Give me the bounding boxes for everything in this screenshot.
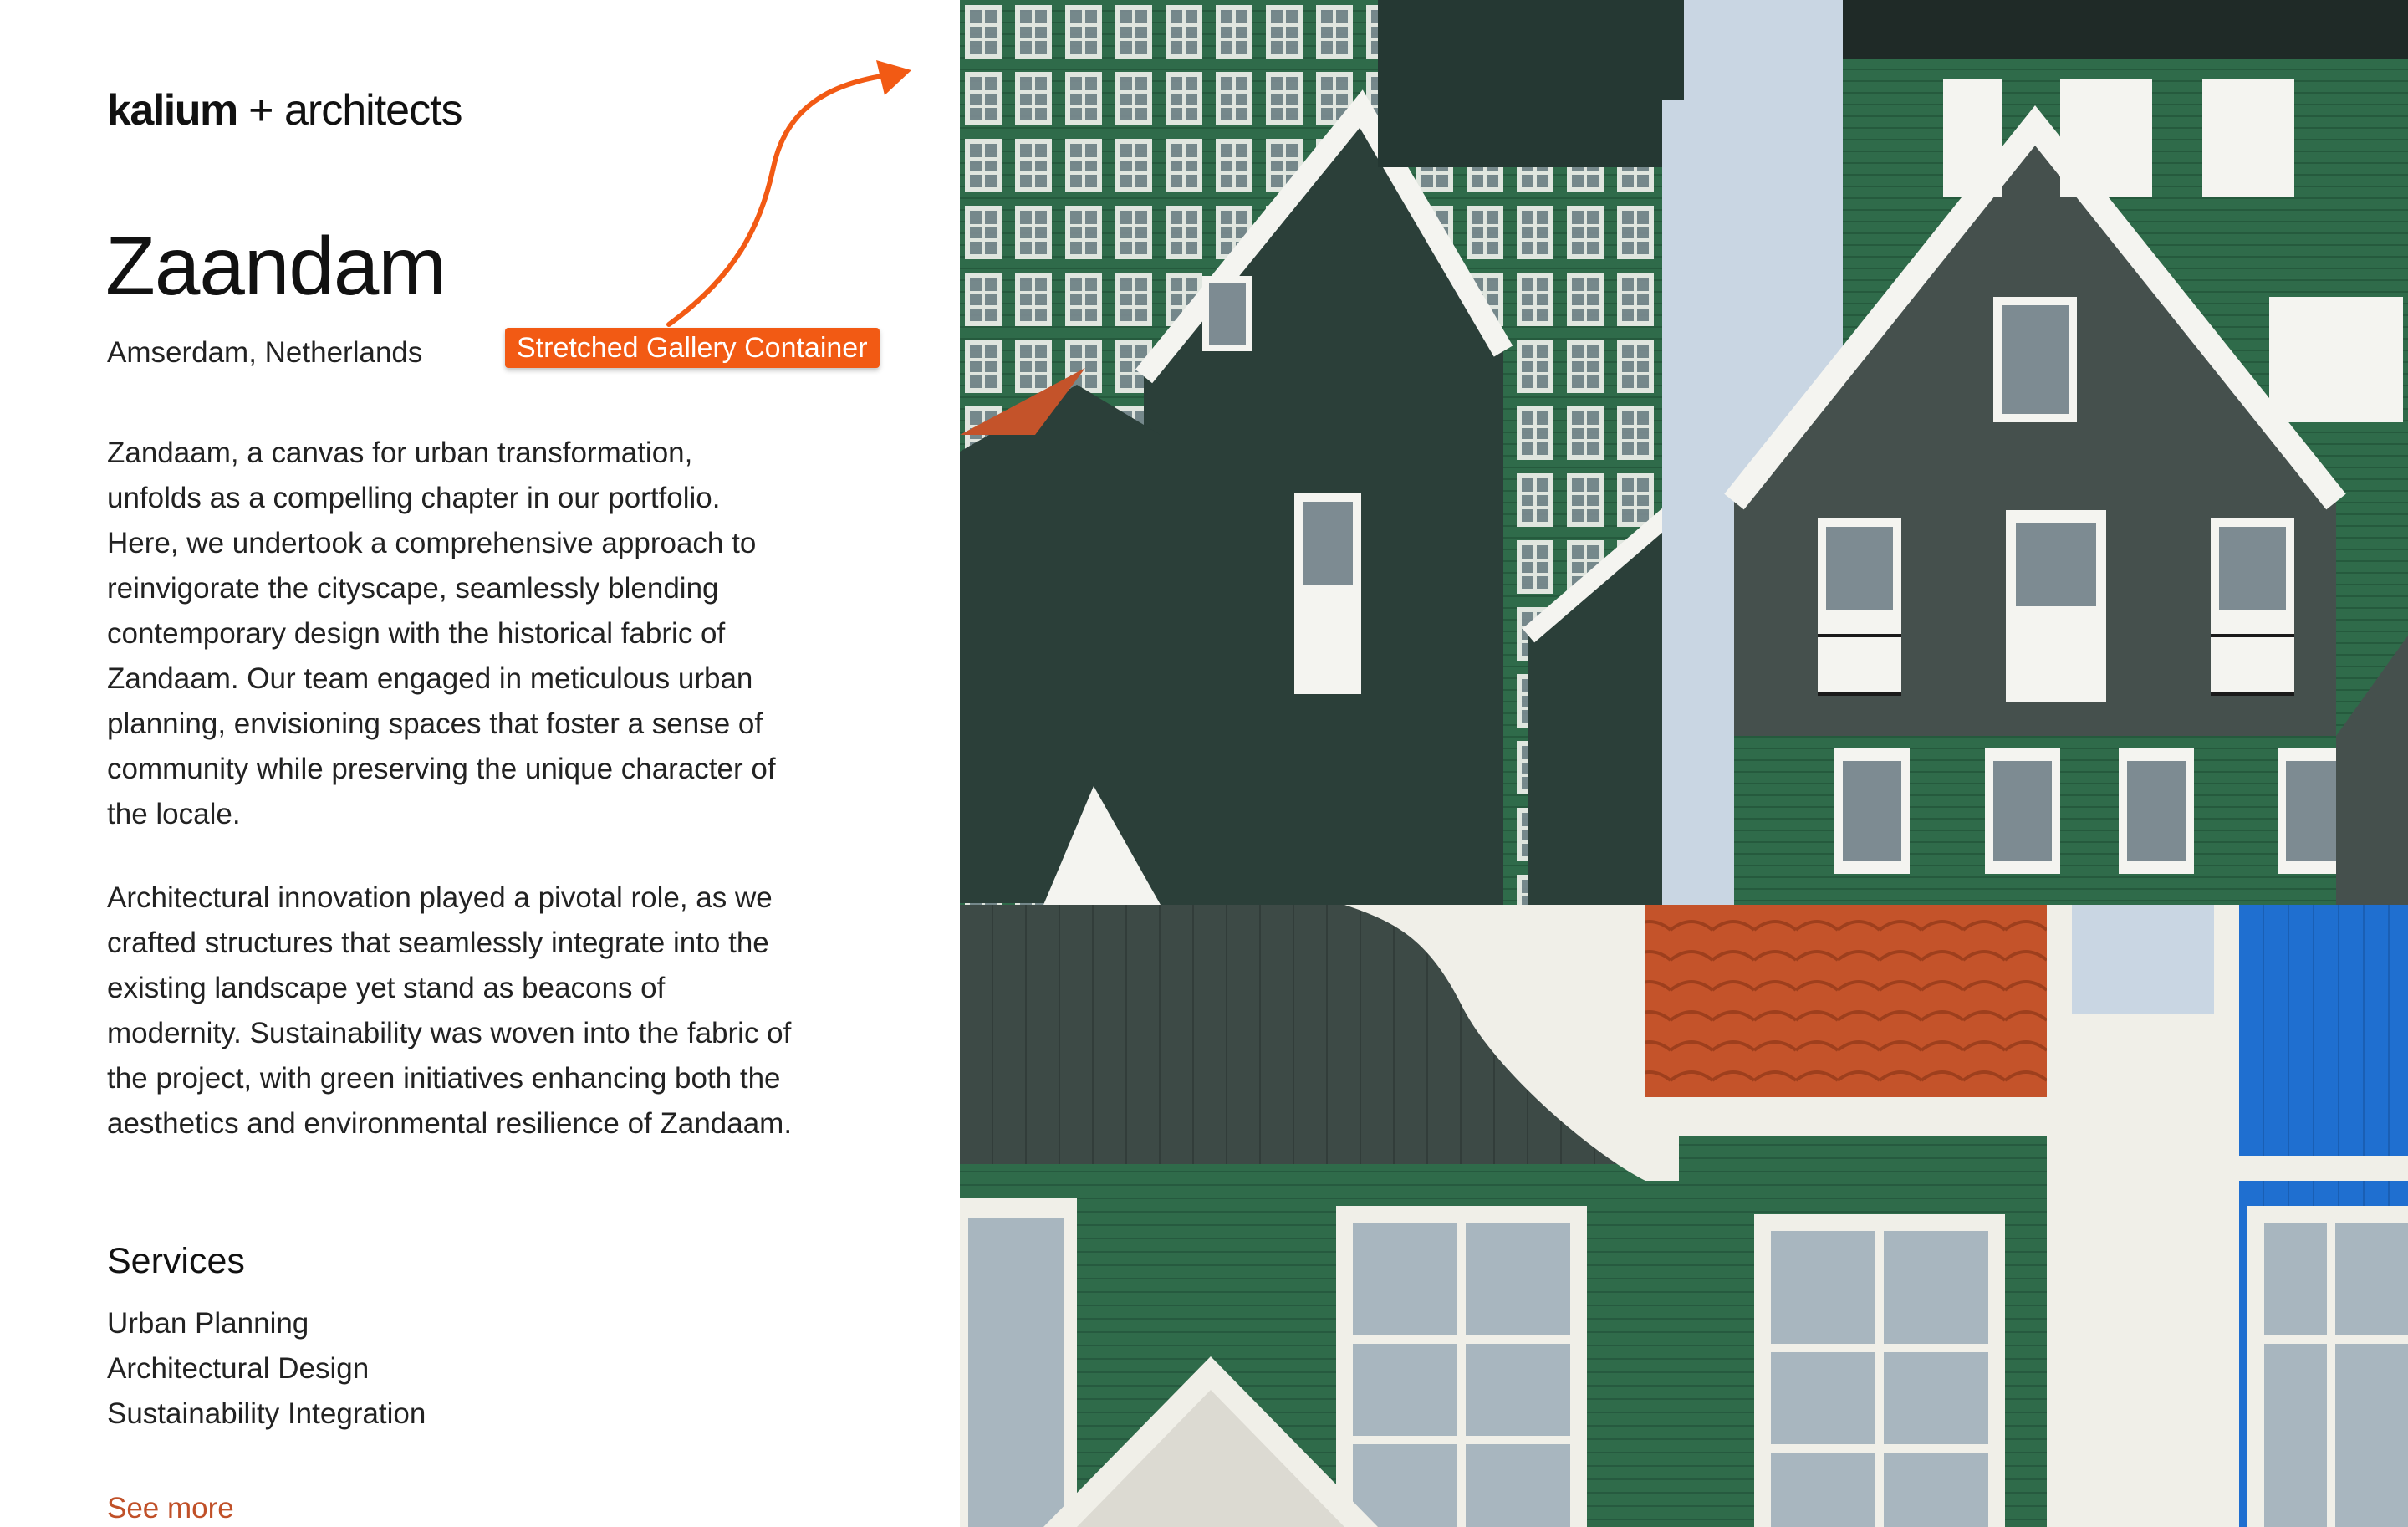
project-location: Amserdam, Netherlands [107, 336, 423, 369]
site-logo[interactable]: kalium + architects [107, 85, 463, 135]
service-item: Sustainability Integration [107, 1397, 426, 1430]
service-item: Architectural Design [107, 1352, 370, 1385]
annotation-arrow-icon [666, 60, 911, 327]
service-item: Urban Planning [107, 1307, 309, 1340]
see-more-link[interactable]: See more [107, 1492, 234, 1525]
services-list: Urban Planning Architectural Design Sust… [107, 1301, 426, 1437]
gallery-image-3[interactable] [960, 905, 2408, 1527]
gallery-image-1[interactable] [960, 0, 1684, 905]
stretched-gallery-container [960, 0, 2408, 1527]
project-description-paragraph-1: Zandaam, a canvas for urban transformati… [107, 437, 776, 830]
annotation-label: Stretched Gallery Container [505, 328, 880, 368]
project-description-paragraph-2: Architectural innovation played a pivota… [107, 881, 793, 1140]
services-heading: Services [107, 1241, 245, 1281]
gallery-image-2[interactable] [1684, 0, 2408, 905]
project-title: Zaandam [105, 220, 446, 312]
